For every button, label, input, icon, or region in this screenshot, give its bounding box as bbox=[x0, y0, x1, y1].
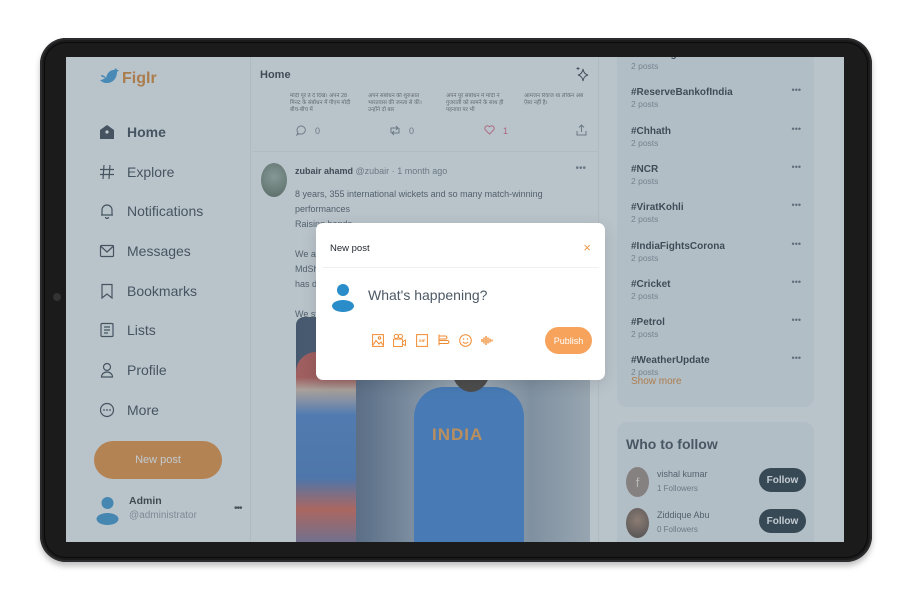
poll-icon[interactable] bbox=[437, 333, 450, 347]
gif-icon[interactable]: GIF bbox=[415, 333, 428, 347]
emoji-icon[interactable] bbox=[459, 333, 472, 347]
image-icon[interactable] bbox=[371, 333, 384, 347]
camera bbox=[53, 293, 61, 301]
close-icon[interactable]: × bbox=[583, 240, 591, 255]
svg-text:GIF: GIF bbox=[418, 338, 425, 343]
video-icon[interactable] bbox=[393, 333, 406, 347]
app-screen: Figlr Home Explore Notifications Message… bbox=[66, 57, 844, 542]
avatar bbox=[331, 282, 355, 312]
publish-button[interactable]: Publish bbox=[545, 327, 592, 354]
divider bbox=[322, 267, 599, 268]
audio-icon[interactable] bbox=[481, 333, 494, 347]
composer-toolbar: GIF bbox=[371, 333, 494, 347]
dialog-title: New post bbox=[330, 243, 370, 254]
new-post-dialog: New post × GIF Publish bbox=[316, 223, 605, 380]
post-text-input[interactable] bbox=[368, 287, 568, 303]
